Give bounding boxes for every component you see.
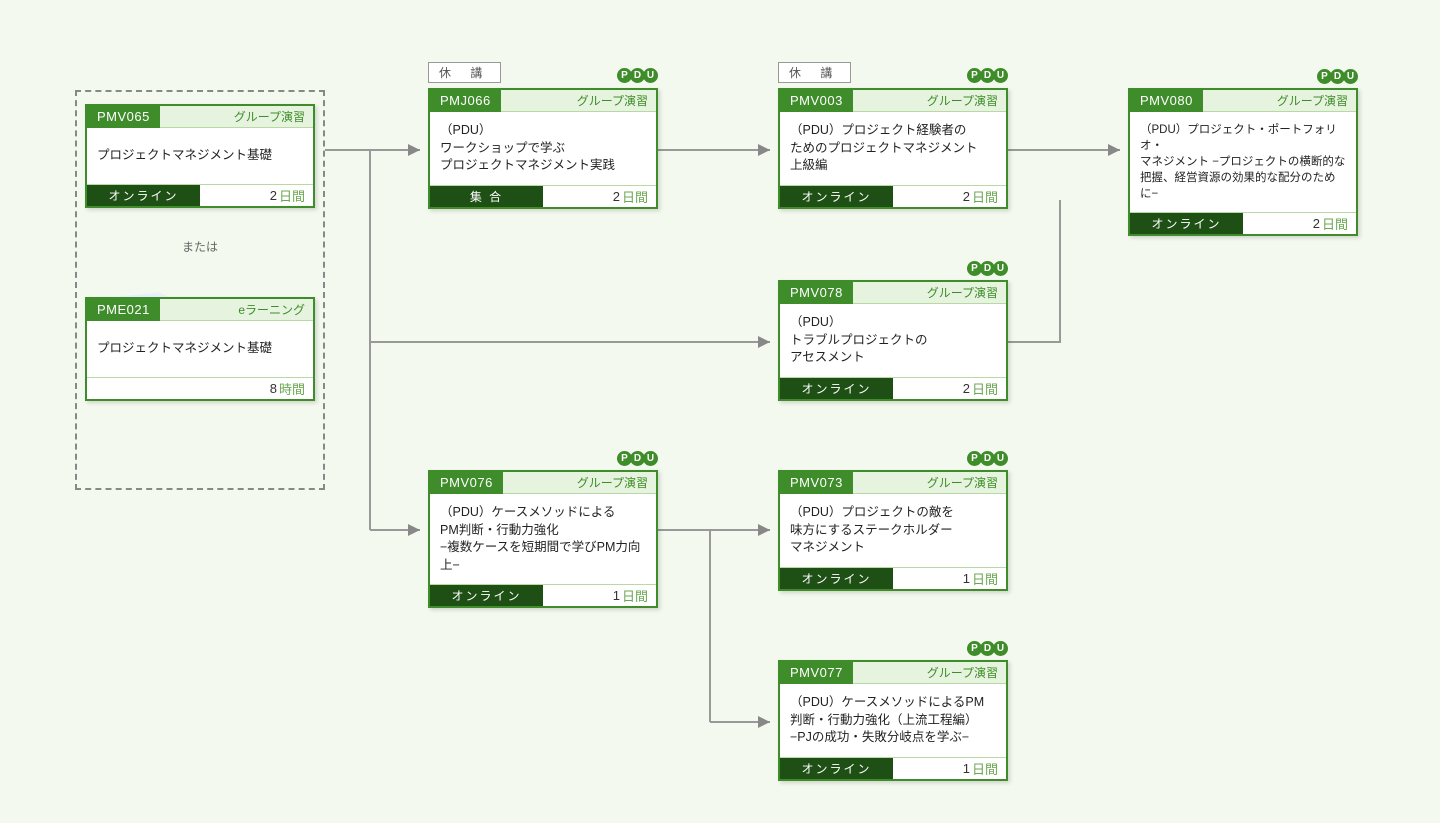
card-format: オンライン xyxy=(1130,213,1243,234)
card-format: オンライン xyxy=(780,758,893,779)
card-duration: 8時間 xyxy=(87,378,313,399)
card-pmv078[interactable]: PMV078 グループ演習 （PDU） トラブルプロジェクトの アセスメント オ… xyxy=(778,280,1008,401)
card-duration: 1日間 xyxy=(543,585,656,606)
badges-pmv003: 休 講 PDU xyxy=(778,62,1008,83)
card-code: PMV065 xyxy=(87,106,160,128)
card-code: PMV078 xyxy=(780,282,853,304)
card-pmv077[interactable]: PMV077 グループ演習 （PDU）ケースメソッドによるPM 判断・行動力強化… xyxy=(778,660,1008,781)
card-tag: グループ演習 xyxy=(927,664,1006,681)
badges-pmv077: PDU xyxy=(778,640,1008,656)
card-pmv076[interactable]: PMV076 グループ演習 （PDU）ケースメソッドによる PM判断・行動力強化… xyxy=(428,470,658,608)
card-title: （PDU）プロジェクト・ポートフォリオ・ マネジメント −プロジェクトの横断的な… xyxy=(1130,112,1356,212)
card-format: オンライン xyxy=(780,568,893,589)
pdu-badge: PDU xyxy=(619,67,658,83)
card-pme021[interactable]: PME021 eラーニング プロジェクトマネジメント基礎 8時間 xyxy=(85,297,315,401)
card-format: オンライン xyxy=(780,378,893,399)
card-tag: グループ演習 xyxy=(927,92,1006,109)
card-tag: グループ演習 xyxy=(577,474,656,491)
card-tag: グループ演習 xyxy=(927,474,1006,491)
closed-badge: 休 講 xyxy=(428,62,501,83)
card-tag: グループ演習 xyxy=(1277,92,1356,109)
badges-pmv078: PDU xyxy=(778,260,1008,276)
card-duration: 2日間 xyxy=(543,186,656,207)
card-title: （PDU） トラブルプロジェクトの アセスメント xyxy=(780,304,1006,377)
card-format: オンライン xyxy=(87,185,200,206)
badges-pmv073: PDU xyxy=(778,450,1008,466)
card-title: （PDU）ケースメソッドによる PM判断・行動力強化 −複数ケースを短期間で学び… xyxy=(430,494,656,584)
card-duration: 2日間 xyxy=(893,186,1006,207)
diagram-canvas: PMV065 グループ演習 プロジェクトマネジメント基礎 オンライン 2日間 ま… xyxy=(0,0,1440,823)
pdu-badge: PDU xyxy=(969,260,1008,276)
pdu-badge: PDU xyxy=(969,67,1008,83)
card-title: プロジェクトマネジメント基礎 xyxy=(87,128,313,184)
card-tag: グループ演習 xyxy=(577,92,656,109)
card-duration: 2日間 xyxy=(200,185,313,206)
card-format: オンライン xyxy=(780,186,893,207)
card-code: PMV076 xyxy=(430,472,503,494)
card-tag: グループ演習 xyxy=(927,284,1006,301)
card-pmv065[interactable]: PMV065 グループ演習 プロジェクトマネジメント基礎 オンライン 2日間 xyxy=(85,104,315,208)
pdu-badge: PDU xyxy=(1319,68,1358,84)
or-label: または xyxy=(77,238,323,255)
card-title: （PDU） ワークショップで学ぶ プロジェクトマネジメント実践 xyxy=(430,112,656,185)
card-pmv003[interactable]: PMV003 グループ演習 （PDU）プロジェクト経験者の ためのプロジェクトマ… xyxy=(778,88,1008,209)
card-pmv080[interactable]: PMV080 グループ演習 （PDU）プロジェクト・ポートフォリオ・ マネジメン… xyxy=(1128,88,1358,236)
card-format: オンライン xyxy=(430,585,543,606)
pdu-badge: PDU xyxy=(969,640,1008,656)
card-title: プロジェクトマネジメント基礎 xyxy=(87,321,313,377)
card-pmv073[interactable]: PMV073 グループ演習 （PDU）プロジェクトの敵を 味方にするステークホル… xyxy=(778,470,1008,591)
card-code: PMV073 xyxy=(780,472,853,494)
starting-group: PMV065 グループ演習 プロジェクトマネジメント基礎 オンライン 2日間 ま… xyxy=(75,90,325,490)
card-code: PME021 xyxy=(87,299,160,321)
closed-badge: 休 講 xyxy=(778,62,851,83)
card-code: PMV003 xyxy=(780,90,853,112)
card-tag: グループ演習 xyxy=(234,108,313,125)
pdu-badge: PDU xyxy=(969,450,1008,466)
card-duration: 2日間 xyxy=(1243,213,1356,234)
card-format: 集 合 xyxy=(430,186,543,207)
card-title: （PDU）プロジェクト経験者の ためのプロジェクトマネジメント 上級編 xyxy=(780,112,1006,185)
card-title: （PDU）プロジェクトの敵を 味方にするステークホルダー マネジメント xyxy=(780,494,1006,567)
badges-pmj066: 休 講 PDU xyxy=(428,62,658,83)
badges-pmv080: PDU xyxy=(1128,68,1358,84)
card-code: PMJ066 xyxy=(430,90,501,112)
card-code: PMV077 xyxy=(780,662,853,684)
card-tag: eラーニング xyxy=(238,301,313,318)
card-title: （PDU）ケースメソッドによるPM 判断・行動力強化（上流工程編） −PJの成功… xyxy=(780,684,1006,757)
card-duration: 1日間 xyxy=(893,758,1006,779)
card-duration: 1日間 xyxy=(893,568,1006,589)
card-code: PMV080 xyxy=(1130,90,1203,112)
pdu-badge: PDU xyxy=(619,450,658,466)
badges-pmv076: PDU xyxy=(428,450,658,466)
card-duration: 2日間 xyxy=(893,378,1006,399)
card-pmj066[interactable]: PMJ066 グループ演習 （PDU） ワークショップで学ぶ プロジェクトマネジ… xyxy=(428,88,658,209)
